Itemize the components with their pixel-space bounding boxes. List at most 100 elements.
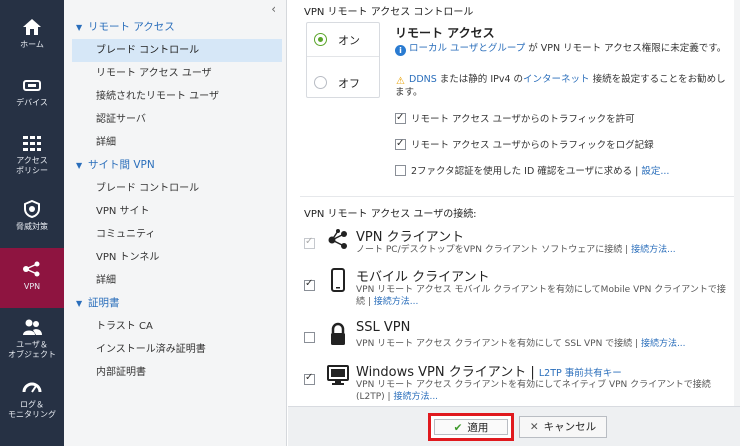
main-panel: VPN リモート アクセス コントロール オン オフ リモート アクセス i ロー… (288, 0, 740, 446)
mobile-client-desc: VPN リモート アクセス モバイル クライアントを有効にしてMobile VP… (356, 285, 726, 307)
sidebar-item-ra-users[interactable]: リモート アクセス ユーザ (72, 62, 282, 85)
footer-bar: ✔ 適用 ✕ キャンセル (288, 406, 740, 446)
ssl-vpn-howto-link[interactable]: 接続方法... (641, 339, 686, 349)
client-windows-vpn: Windows VPN クライアント | L2TP 事前共有キー VPN リモー… (304, 361, 734, 405)
sidebar-item-installed-certs[interactable]: インストール済み証明書 (72, 338, 282, 361)
triangle-down-icon: ▼ (76, 161, 83, 170)
sidebar-section-remote-access[interactable]: ▼ リモート アクセス (72, 16, 282, 39)
triangle-down-icon: ▼ (76, 299, 83, 308)
sidebar-section-site-to-site[interactable]: ▼ サイト間 VPN (72, 154, 282, 177)
log-traffic-checkbox[interactable] (395, 137, 406, 151)
connections-title: VPN リモート アクセス ユーザの接続: (304, 209, 477, 220)
lock-icon (331, 322, 345, 345)
nav-vpn[interactable]: VPN (0, 248, 64, 308)
allow-traffic-checkbox[interactable] (395, 111, 406, 125)
info-message: i ローカル ユーザとグループ が VPN リモート アクセス権限に未定義です。 (395, 43, 735, 56)
shield-icon (24, 200, 40, 218)
client-vpn: VPN クライアント ノート PC/デスクトップをVPN クライアント ソフトウ… (304, 226, 734, 262)
check-icon: ✔ (453, 422, 463, 434)
on-option[interactable]: オン (307, 23, 379, 57)
warning-icon: ⚠ (396, 76, 405, 87)
on-off-toggle: オン オフ (306, 22, 380, 98)
home-icon (23, 19, 41, 35)
sidebar-item-connected-users[interactable]: 接続されたリモート ユーザ (72, 85, 282, 108)
radio-on[interactable] (314, 33, 327, 46)
nav-home-label: ホーム (20, 40, 44, 49)
triangle-down-icon: ▼ (76, 23, 83, 32)
off-label: オフ (338, 77, 360, 90)
sidebar-item-vpn-sites[interactable]: VPN サイト (72, 200, 282, 223)
nav-access-policy-label: アクセス ポリシー (16, 156, 48, 175)
vpn-client-checkbox[interactable] (304, 236, 315, 249)
ssl-vpn-title: SSL VPN (356, 320, 411, 335)
option-2fa[interactable]: 2ファクタ認証を使用した ID 確認をユーザに求める | 設定... (395, 165, 669, 179)
windows-vpn-checkbox[interactable] (304, 372, 315, 385)
sidebar-item-auth-servers[interactable]: 認証サーバ (72, 108, 282, 131)
nav-home[interactable]: ホーム (0, 10, 64, 68)
remote-access-title: リモート アクセス (395, 26, 495, 40)
page-title: VPN リモート アクセス コントロール (304, 7, 474, 18)
sidebar-item-community[interactable]: コミュニティ (72, 223, 282, 246)
nav-users[interactable]: ユーザ＆ オブジェクト (0, 310, 64, 370)
nav-vpn-label: VPN (23, 282, 41, 291)
sidebar-item-s2s-blade-control[interactable]: ブレード コントロール (72, 177, 282, 200)
vpn-icon (23, 261, 40, 277)
gauge-icon (22, 382, 42, 393)
sidebar-section-certificates[interactable]: ▼ 証明書 (72, 292, 282, 315)
sidebar-item-internal-cert[interactable]: 内部証明書 (72, 361, 282, 384)
warning-message: ⚠ DDNS または静的 IPv4 のインターネット 接続を設定することをお勧めし… (395, 74, 726, 98)
option-allow-traffic[interactable]: リモート アクセス ユーザからのトラフィックを許可 (395, 111, 635, 127)
sidebar-item-s2s-advanced[interactable]: 詳細 (72, 269, 282, 292)
network-icon (328, 229, 347, 249)
mobile-client-checkbox[interactable] (304, 278, 315, 291)
windows-vpn-desc: VPN リモート アクセス クライアントを有効にしてネイティブ VPN クライア… (356, 380, 711, 402)
cancel-button[interactable]: ✕ キャンセル (519, 416, 607, 438)
devices-icon (23, 80, 41, 91)
main-nav: ホーム デバイス アクセス ポリシー 脅威対策 VPN ユーザ＆ オブジェクト … (0, 0, 64, 446)
mobile-icon (331, 268, 345, 292)
mobile-client-title: モバイル クライアント (356, 270, 490, 285)
sidebar-tree: ▼ リモート アクセス ブレード コントロール リモート アクセス ユーザ 接続さ… (72, 16, 282, 384)
radio-off[interactable] (314, 76, 327, 89)
option-log-traffic[interactable]: リモート アクセス ユーザからのトラフィックをログ記録 (395, 137, 654, 153)
l2tp-psk-link[interactable]: L2TP 事前共有キー (539, 368, 622, 379)
on-label: オン (338, 34, 360, 47)
divider (300, 196, 740, 197)
vpn-client-howto-link[interactable]: 接続方法... (631, 245, 676, 255)
close-icon: ✕ (529, 421, 539, 433)
nav-logs-label: ログ＆ モニタリング (8, 400, 56, 419)
apply-button[interactable]: ✔ 適用 (428, 413, 514, 441)
scrollbar[interactable] (734, 0, 740, 406)
internet-link[interactable]: インターネット (523, 74, 590, 85)
ssl-vpn-desc: VPN リモート アクセス クライアントを有効にして SSL VPN で接続 |… (356, 339, 686, 349)
nav-access-policy[interactable]: アクセス ポリシー (0, 126, 64, 188)
sidebar: ‹ ▼ リモート アクセス ブレード コントロール リモート アクセス ユーザ 接… (64, 0, 287, 446)
two-factor-checkbox[interactable] (395, 165, 406, 176)
vpn-client-desc: ノート PC/デスクトップをVPN クライアント ソフトウェアに接続 | 接続方… (356, 245, 676, 255)
users-icon (23, 319, 42, 335)
ssl-vpn-checkbox[interactable] (304, 332, 315, 343)
nav-threat[interactable]: 脅威対策 (0, 192, 64, 250)
windows-vpn-howto-link[interactable]: 接続方法... (393, 392, 438, 402)
client-ssl-vpn: SSL VPN VPN リモート アクセス クライアントを有効にして SSL V… (304, 320, 734, 356)
vpn-client-title: VPN クライアント (356, 230, 465, 245)
collapse-icon[interactable]: ‹ (271, 2, 276, 16)
sidebar-item-trusted-ca[interactable]: トラスト CA (72, 315, 282, 338)
sidebar-item-vpn-tunnels[interactable]: VPN トンネル (72, 246, 282, 269)
ddns-link[interactable]: DDNS (409, 74, 437, 85)
windows-vpn-title: Windows VPN クライアント | L2TP 事前共有キー (356, 365, 622, 380)
nav-users-label: ユーザ＆ オブジェクト (8, 340, 56, 359)
nav-devices-label: デバイス (16, 98, 48, 107)
sidebar-item-ra-blade-control[interactable]: ブレード コントロール (72, 39, 282, 62)
mobile-client-howto-link[interactable]: 接続方法... (374, 297, 419, 307)
nav-threat-label: 脅威対策 (16, 222, 48, 231)
info-icon: i (395, 45, 406, 56)
nav-devices[interactable]: デバイス (0, 68, 64, 126)
sidebar-item-ra-advanced[interactable]: 詳細 (72, 131, 282, 154)
nav-logs[interactable]: ログ＆ モニタリング (0, 370, 64, 432)
two-factor-settings-link[interactable]: 設定... (641, 166, 669, 177)
local-users-link[interactable]: ローカル ユーザとグループ (409, 43, 525, 54)
client-mobile: モバイル クライアント VPN リモート アクセス モバイル クライアントを有効… (304, 266, 734, 314)
access-policy-icon (23, 136, 41, 151)
monitor-icon (327, 365, 349, 385)
